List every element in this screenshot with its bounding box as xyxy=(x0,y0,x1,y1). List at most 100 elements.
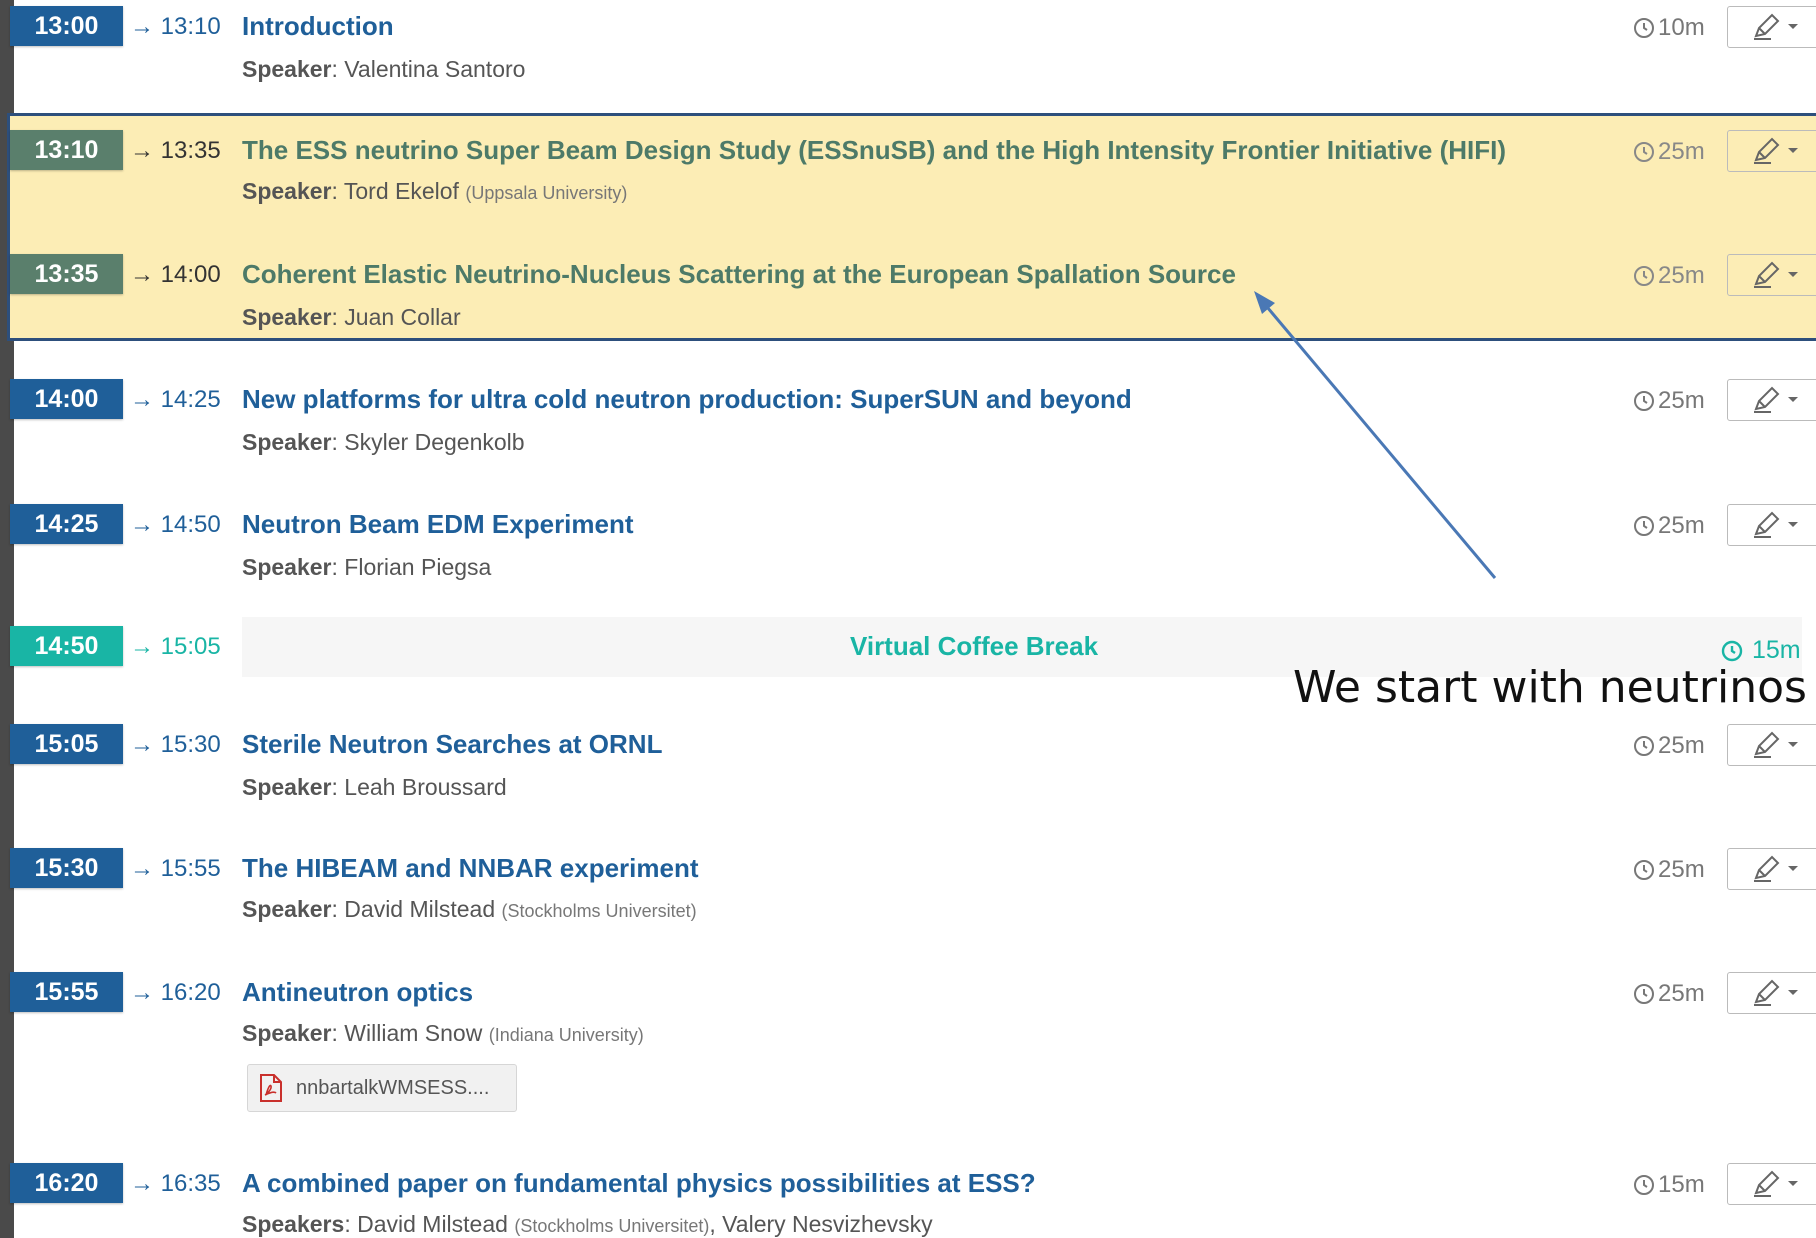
clock-icon xyxy=(1634,860,1654,880)
speaker-line: Speakers: David Milstead (Stockholms Uni… xyxy=(242,1211,933,1238)
speaker-label: Speaker xyxy=(242,56,332,82)
pencil-icon xyxy=(1753,511,1779,538)
contribution-title[interactable]: Neutron Beam EDM Experiment xyxy=(242,509,634,540)
end-time: → 15:55 xyxy=(130,855,221,882)
contribution-title[interactable]: The HIBEAM and NNBAR experiment xyxy=(242,853,699,884)
speaker-name-2[interactable]: , Valery Nesvizhevsky xyxy=(709,1211,932,1237)
pencil-icon xyxy=(1753,855,1779,882)
speaker-label: Speaker xyxy=(242,429,332,455)
duration-value: 25m xyxy=(1658,856,1705,883)
speaker-name[interactable]: : Skyler Degenkolb xyxy=(332,429,525,455)
duration: 25m xyxy=(1632,980,1705,1008)
edit-button[interactable] xyxy=(1727,724,1816,766)
duration-value: 25m xyxy=(1658,980,1705,1007)
speaker-label: Speaker xyxy=(242,1020,332,1046)
pencil-icon xyxy=(1753,386,1779,413)
speaker-affiliation: (Stockholms Universitet) xyxy=(501,901,697,921)
contribution-title[interactable]: The ESS neutrino Super Beam Design Study… xyxy=(242,135,1506,166)
duration-value: 10m xyxy=(1658,14,1705,41)
edit-button[interactable] xyxy=(1727,848,1816,890)
annotation-text: We start with neutrinos xyxy=(1293,662,1807,713)
clock-icon xyxy=(1634,984,1654,1004)
duration-value: 25m xyxy=(1658,262,1705,289)
caret-down-icon xyxy=(1787,272,1798,277)
contribution-title[interactable]: Introduction xyxy=(242,11,394,42)
start-time-badge: 14:00 xyxy=(10,379,123,419)
pencil-icon xyxy=(1753,261,1779,288)
caret-down-icon xyxy=(1787,990,1798,995)
edit-button[interactable] xyxy=(1727,6,1816,48)
contribution-title[interactable]: Antineutron optics xyxy=(242,977,473,1008)
attachment-filename: nnbartalkWMSESS.... xyxy=(296,1076,490,1099)
contribution-title[interactable]: A combined paper on fundamental physics … xyxy=(242,1168,1036,1199)
speaker-affiliation: (Indiana University) xyxy=(488,1025,644,1045)
speaker-name[interactable]: : Valentina Santoro xyxy=(332,56,526,82)
duration-value: 15m xyxy=(1752,636,1801,664)
speaker-name[interactable]: : Tord Ekelof xyxy=(332,178,466,204)
break-title: Virtual Coffee Break xyxy=(849,631,1099,661)
speaker-label: Speaker xyxy=(242,304,332,330)
speaker-line: Speaker: Valentina Santoro xyxy=(242,56,525,83)
duration: 25m xyxy=(1632,262,1705,290)
pdf-file-icon xyxy=(260,1074,282,1102)
end-time: → 14:25 xyxy=(130,386,221,413)
clock-icon xyxy=(1634,1175,1654,1195)
duration: 15m xyxy=(1632,1171,1705,1199)
start-time-badge: 15:55 xyxy=(10,972,123,1012)
speaker-label: Speakers xyxy=(242,1211,345,1237)
edit-button[interactable] xyxy=(1727,972,1816,1014)
speaker-line: Speaker: David Milstead (Stockholms Univ… xyxy=(242,896,697,923)
caret-down-icon xyxy=(1787,742,1798,747)
pencil-icon xyxy=(1753,731,1779,758)
speaker-label: Speaker xyxy=(242,554,332,580)
speaker-affiliation: (Uppsala University) xyxy=(465,183,628,203)
clock-icon xyxy=(1634,516,1654,536)
duration: 25m xyxy=(1632,512,1705,540)
speaker-name[interactable]: : Leah Broussard xyxy=(332,774,507,800)
speaker-line: Speaker: Florian Piegsa xyxy=(242,554,491,581)
speaker-line: Speaker: Skyler Degenkolb xyxy=(242,429,525,456)
speaker-name[interactable]: : Juan Collar xyxy=(332,304,461,330)
end-time: → 13:35 xyxy=(130,137,221,164)
break-duration: 15m xyxy=(1720,636,1801,665)
duration-value: 25m xyxy=(1658,732,1705,759)
edit-button[interactable] xyxy=(1727,1163,1816,1205)
contribution-title[interactable]: Sterile Neutron Searches at ORNL xyxy=(242,729,662,760)
edit-button[interactable] xyxy=(1727,254,1816,296)
speaker-name[interactable]: : David Milstead xyxy=(344,1211,514,1237)
pencil-icon xyxy=(1753,979,1779,1006)
break-start-badge: 14:50 xyxy=(10,626,123,666)
edit-button[interactable] xyxy=(1727,130,1816,172)
pencil-icon xyxy=(1753,1170,1779,1197)
edit-button[interactable] xyxy=(1727,504,1816,546)
pencil-icon xyxy=(1753,13,1779,40)
end-time: → 16:20 xyxy=(130,979,221,1006)
contribution-title[interactable]: Coherent Elastic Neutrino-Nucleus Scatte… xyxy=(242,259,1236,290)
speaker-line: Speaker: Leah Broussard xyxy=(242,774,507,801)
end-time: → 16:35 xyxy=(130,1170,221,1197)
duration-value: 25m xyxy=(1658,138,1705,165)
speaker-name[interactable]: : Florian Piegsa xyxy=(332,554,492,580)
clock-icon xyxy=(1721,640,1743,661)
clock-icon xyxy=(1634,266,1654,286)
speaker-line: Speaker: William Snow (Indiana Universit… xyxy=(242,1020,644,1047)
caret-down-icon xyxy=(1787,148,1798,153)
duration: 25m xyxy=(1632,387,1705,415)
start-time-badge: 14:25 xyxy=(10,504,123,544)
speaker-name[interactable]: : William Snow xyxy=(332,1020,489,1046)
clock-icon xyxy=(1634,18,1654,38)
start-time-badge: 13:35 xyxy=(10,254,123,294)
speaker-line: Speaker: Tord Ekelof (Uppsala University… xyxy=(242,178,627,205)
clock-icon xyxy=(1634,736,1654,756)
pencil-icon xyxy=(1753,137,1779,164)
edit-button[interactable] xyxy=(1727,379,1816,421)
speaker-name[interactable]: : David Milstead xyxy=(332,896,502,922)
speaker-label: Speaker xyxy=(242,896,332,922)
caret-down-icon xyxy=(1787,522,1798,527)
speaker-affiliation: (Stockholms Universitet) xyxy=(514,1216,710,1236)
clock-icon xyxy=(1634,142,1654,162)
contribution-title[interactable]: New platforms for ultra cold neutron pro… xyxy=(242,384,1132,415)
duration: 10m xyxy=(1632,14,1705,42)
attachment-button[interactable]: nnbartalkWMSESS.... xyxy=(247,1064,517,1112)
start-time-badge: 15:05 xyxy=(10,724,123,764)
